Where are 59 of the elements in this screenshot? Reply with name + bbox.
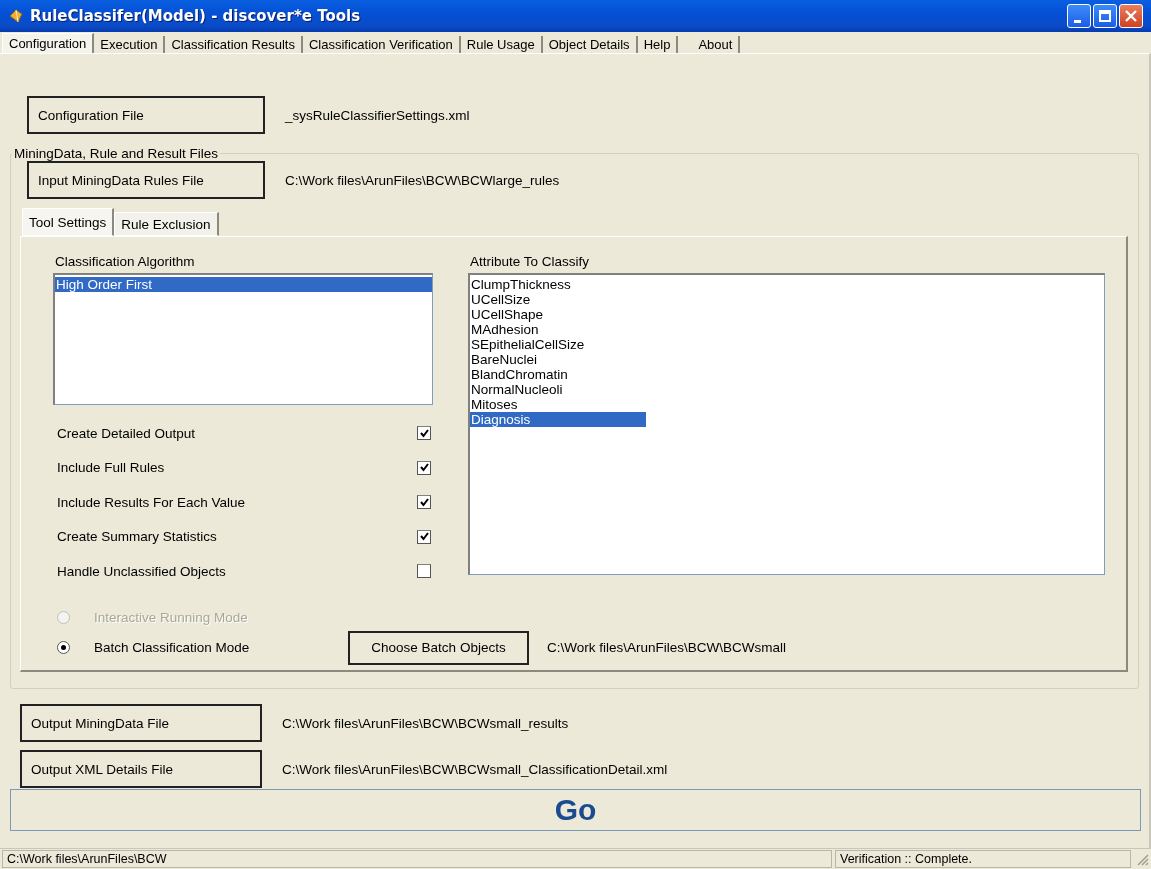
input-rules-file-button[interactable]: Input MiningData Rules File xyxy=(27,161,265,199)
list-item[interactable]: BareNuclei xyxy=(470,352,646,367)
list-item[interactable]: MAdhesion xyxy=(470,322,646,337)
output-file-button[interactable]: Output XML Details File xyxy=(20,750,262,788)
batch-objects-path: C:\Work files\ArunFiles\BCW\BCWsmall xyxy=(547,640,787,655)
list-item[interactable]: Diagnosis xyxy=(470,412,646,427)
resize-grip-icon xyxy=(1135,852,1149,866)
option-label: Include Full Rules xyxy=(57,460,165,476)
output-file-path: C:\Work files\ArunFiles\BCW\BCWsmall_results xyxy=(282,715,569,731)
algorithm-label: Classification Algorithm xyxy=(55,253,196,271)
status-message: Verification :: Complete. xyxy=(835,850,1131,868)
minimize-button[interactable] xyxy=(1067,4,1091,28)
configuration-file-path: _sysRuleClassifierSettings.xml xyxy=(285,107,470,123)
input-rules-file-path: C:\Work files\ArunFiles\BCW\BCWlarge_rules xyxy=(285,172,560,188)
list-item[interactable]: UCellSize xyxy=(470,292,646,307)
minimize-icon xyxy=(1073,19,1081,23)
status-path: C:\Work files\ArunFiles\BCW xyxy=(2,850,832,868)
tab[interactable]: Classification Results xyxy=(165,36,303,53)
list-item[interactable]: NormalNucleoli xyxy=(470,382,646,397)
tab[interactable]: Classification Verification xyxy=(302,36,461,53)
configuration-file-button[interactable]: Configuration File xyxy=(27,96,265,134)
tab[interactable]: Help xyxy=(637,36,679,53)
option-label: Include Results For Each Value xyxy=(57,494,246,510)
go-button[interactable]: Go xyxy=(10,789,1141,831)
checkbox[interactable] xyxy=(417,495,431,510)
group-title: MiningData, Rule and Result Files xyxy=(13,146,220,161)
tab[interactable]: Tool Settings xyxy=(22,208,115,236)
checkbox[interactable] xyxy=(417,564,431,579)
maximize-button[interactable] xyxy=(1093,4,1117,28)
list-item[interactable]: UCellShape xyxy=(470,307,646,322)
option-label: Handle Unclassified Objects xyxy=(57,563,226,579)
checkbox[interactable] xyxy=(417,460,431,475)
list-item[interactable]: BlandChromatin xyxy=(470,367,646,382)
close-button[interactable] xyxy=(1119,4,1143,28)
option-label: Create Detailed Output xyxy=(57,425,196,441)
app-icon xyxy=(8,8,24,24)
output-file-path: C:\Work files\ArunFiles\BCW\BCWsmall_ClassificationDetail.xml xyxy=(282,761,668,777)
tab[interactable]: Object Details xyxy=(542,36,638,53)
tab[interactable]: Rule Usage xyxy=(460,36,543,53)
close-icon xyxy=(1125,10,1137,22)
tab[interactable]: Rule Exclusion xyxy=(114,212,219,236)
output-file-button[interactable]: Output MiningData File xyxy=(20,704,262,742)
maximize-icon xyxy=(1099,10,1111,22)
list-item[interactable]: SEpithelialCellSize xyxy=(470,337,646,352)
tab[interactable]: About xyxy=(692,36,741,53)
tab[interactable]: Execution xyxy=(94,36,166,53)
list-item[interactable]: ClumpThickness xyxy=(470,277,646,292)
choose-batch-objects-button[interactable]: Choose Batch Objects xyxy=(348,630,529,665)
list-item[interactable]: Mitoses xyxy=(470,397,646,412)
checkbox[interactable] xyxy=(417,529,431,544)
window-title: RuleClassifer(Model) - discover*e Tools xyxy=(30,7,361,25)
tab[interactable]: Configuration xyxy=(2,33,95,53)
mode-label: Batch Classification Mode xyxy=(94,640,251,655)
radio-button[interactable] xyxy=(57,641,70,654)
option-label: Create Summary Statistics xyxy=(57,529,217,545)
attribute-label: Attribute To Classify xyxy=(470,253,591,271)
checkbox[interactable] xyxy=(417,426,431,441)
list-item[interactable]: High Order First xyxy=(55,277,432,292)
mode-label: Interactive Running Mode xyxy=(94,610,249,625)
